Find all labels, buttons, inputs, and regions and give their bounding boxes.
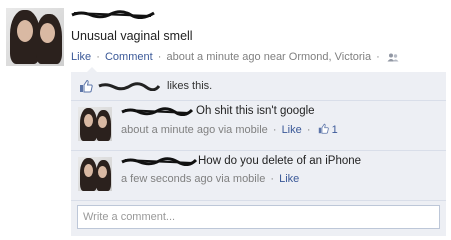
post-text: Unusual vaginal smell [71,29,193,43]
divider [71,100,446,101]
comment-like-count[interactable]: 1 [332,124,338,136]
commenter-avatar[interactable] [78,157,112,191]
comment-item: Oh shit this isn't google about a minute… [71,102,446,152]
post-author-name-redacted [71,10,155,19]
separator: · [270,173,275,185]
comment-item: How do you delete of an iPhone a few sec… [71,152,446,202]
liker-name-redacted[interactable] [98,82,160,91]
commenter-name-redacted[interactable] [121,157,197,166]
post-meta: Like · Comment · about a minute ago near… [71,51,399,63]
comment-timestamp[interactable]: a few seconds ago via mobile [121,173,265,185]
likes-summary: likes this. [79,79,439,95]
comment-meta: about a minute ago via mobile · Like · 1 [121,123,338,136]
likes-suffix: likes this. [167,80,213,92]
thumbs-up-icon [318,123,329,134]
comment-like-link[interactable]: Like [282,124,302,136]
separator: · [96,51,100,63]
divider [71,200,446,201]
post-comment-link[interactable]: Comment [105,51,153,63]
divider [71,150,446,151]
separator: · [306,124,311,136]
feedback-box: likes this. Oh shit this isn't google ab… [71,72,446,236]
comment-text: Oh shit this isn't google [196,105,315,117]
comment-like-link[interactable]: Like [279,173,299,185]
comment-meta: a few seconds ago via mobile · Like [121,173,299,185]
post-like-link[interactable]: Like [71,51,91,63]
commenter-avatar[interactable] [78,107,112,141]
comment-text: How do you delete of an iPhone [198,155,362,167]
separator: · [376,51,380,63]
commenter-name-redacted[interactable] [121,107,193,116]
post-timestamp[interactable]: about a minute ago near Ormond, Victoria [166,51,371,63]
separator: · [272,124,277,136]
comment-timestamp[interactable]: about a minute ago via mobile [121,124,268,136]
comment-input[interactable] [77,205,440,229]
post-author-avatar[interactable] [6,8,64,66]
separator: · [157,51,162,63]
thumbs-up-icon [79,79,93,93]
friends-audience-icon[interactable] [387,53,399,62]
